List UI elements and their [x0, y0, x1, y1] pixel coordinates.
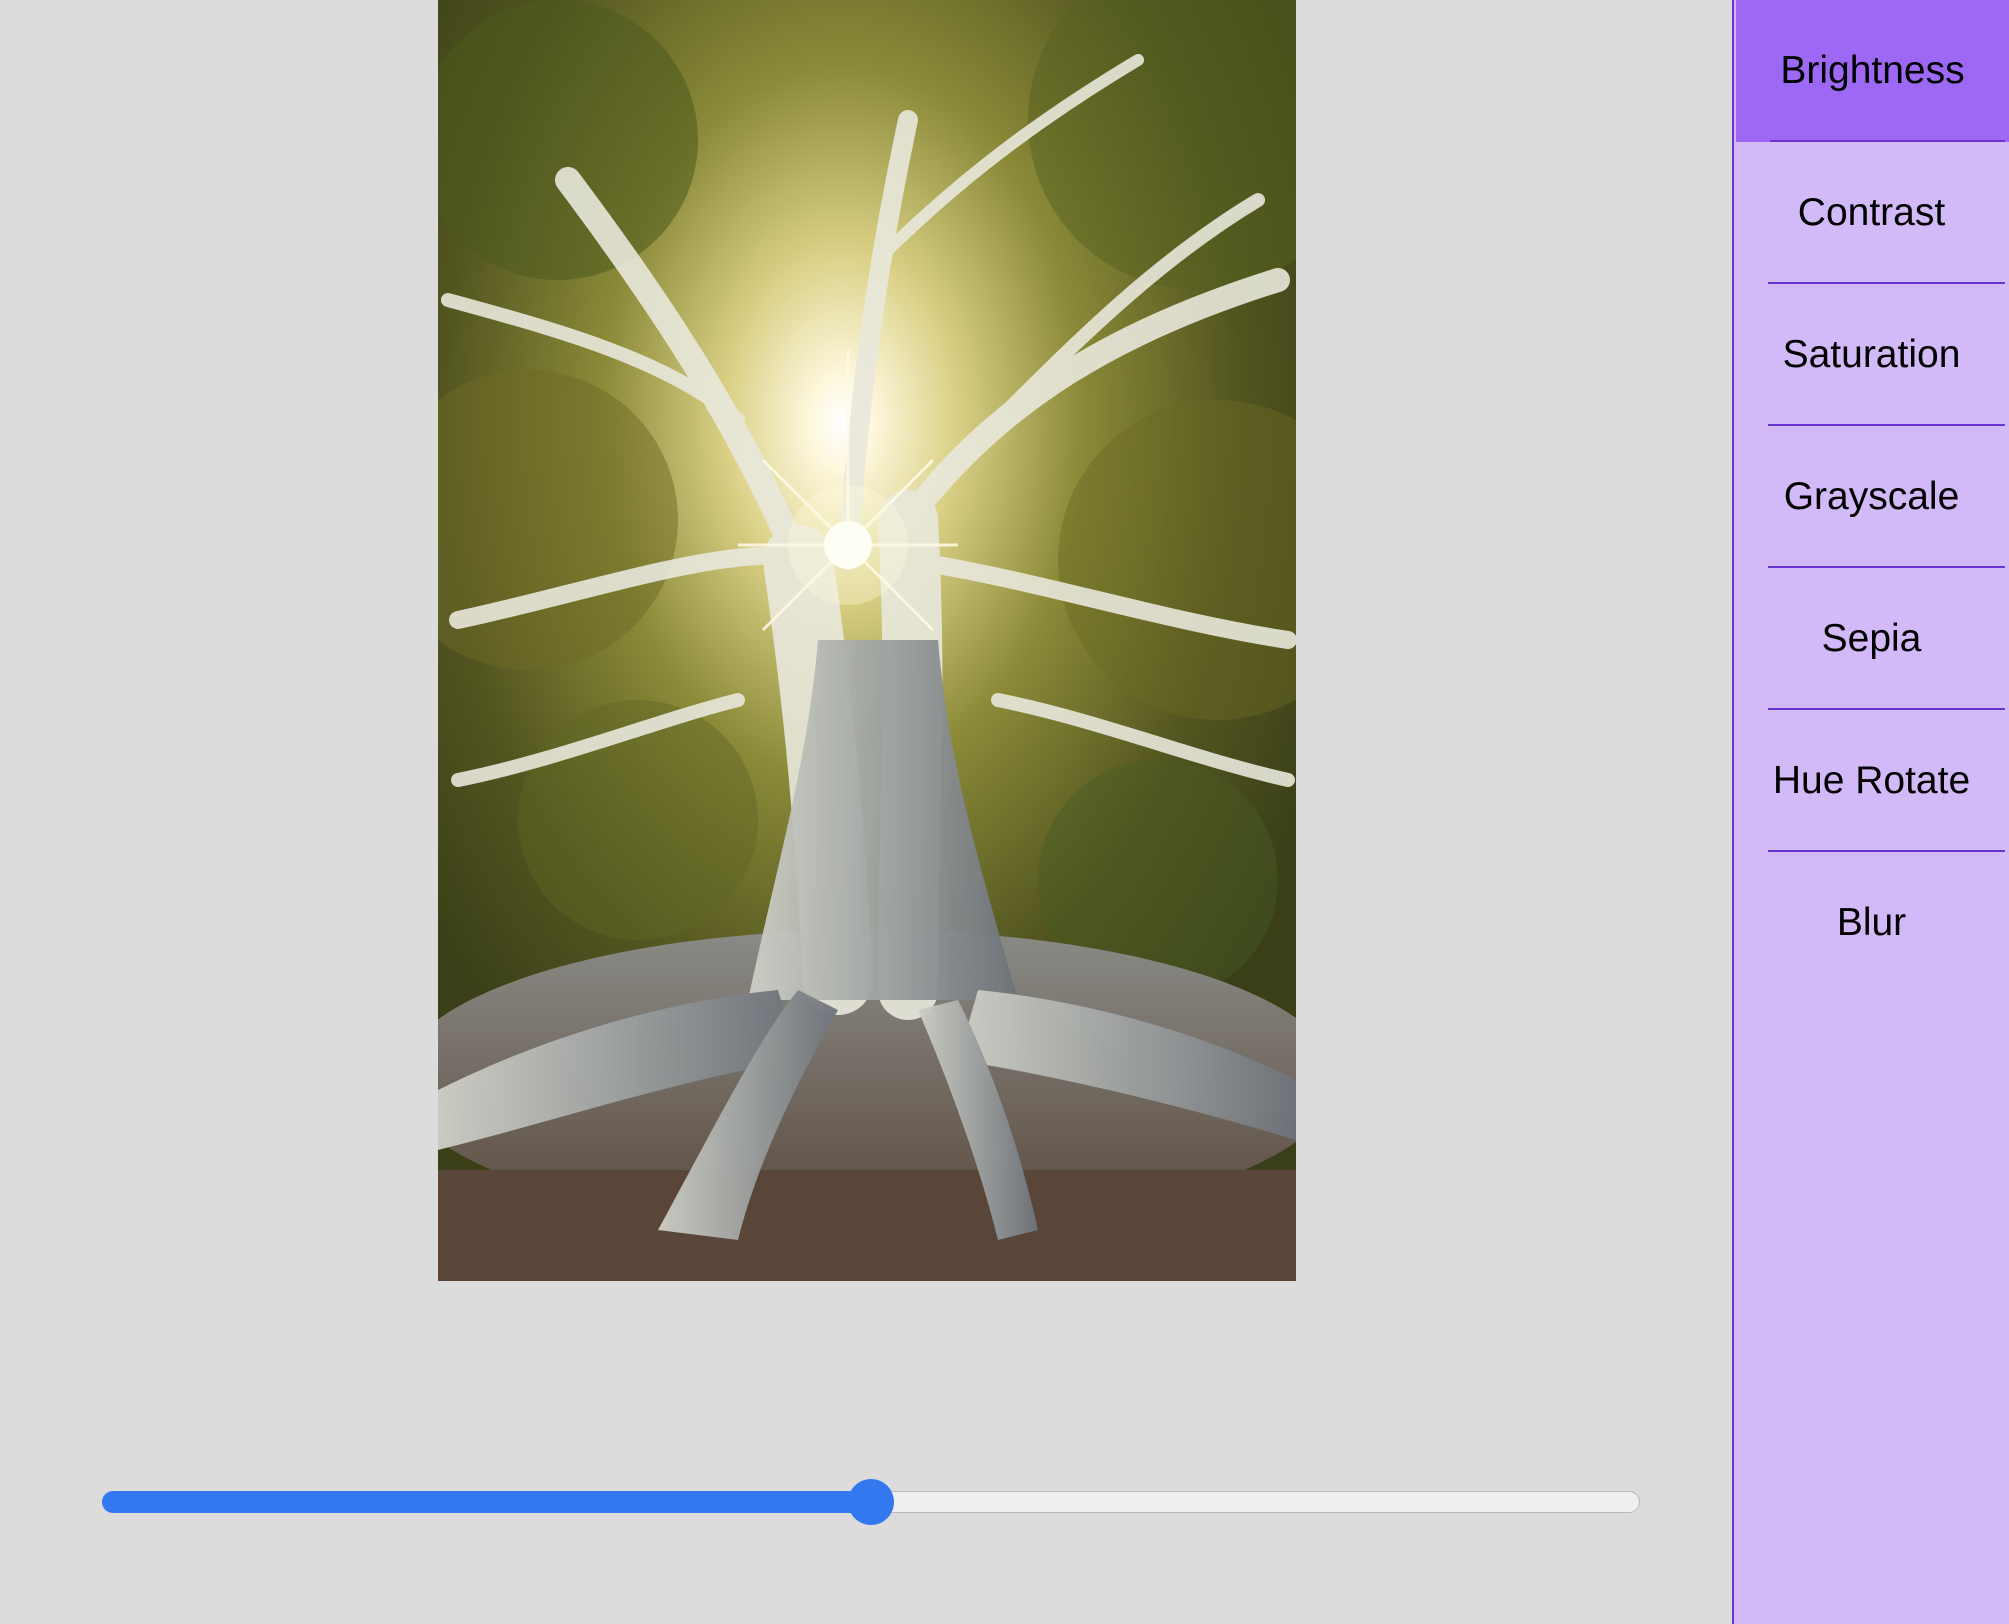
filter-blur-button[interactable]: Blur: [1734, 852, 2009, 994]
slider-fill: [102, 1491, 871, 1513]
filter-contrast-label: Contrast: [1797, 191, 1946, 234]
preview-image: [438, 0, 1296, 1281]
filter-sepia-button[interactable]: Sepia: [1734, 568, 2009, 710]
preview-area: [0, 0, 1732, 1624]
tree-photo: [438, 0, 1296, 1281]
filter-sepia-label: Sepia: [1821, 617, 1922, 660]
image-filter-app: Brightness Contrast Saturation Grayscale…: [0, 0, 2009, 1624]
filter-brightness-button[interactable]: Brightness: [1736, 0, 2009, 142]
filter-grayscale-button[interactable]: Grayscale: [1734, 426, 2009, 568]
filter-contrast-button[interactable]: Contrast: [1734, 142, 2009, 284]
filter-hue-rotate-button[interactable]: Hue Rotate: [1734, 710, 2009, 852]
filter-value-slider[interactable]: [102, 1479, 1640, 1525]
slider-thumb[interactable]: [848, 1479, 894, 1525]
filter-sidebar: Brightness Contrast Saturation Grayscale…: [1732, 0, 2009, 1624]
filter-hue-rotate-label: Hue Rotate: [1772, 759, 1971, 802]
filter-blur-label: Blur: [1836, 901, 1907, 944]
filter-grayscale-label: Grayscale: [1783, 475, 1960, 518]
filter-saturation-label: Saturation: [1782, 333, 1961, 376]
filter-saturation-button[interactable]: Saturation: [1734, 284, 2009, 426]
filter-brightness-label: Brightness: [1780, 49, 1965, 92]
